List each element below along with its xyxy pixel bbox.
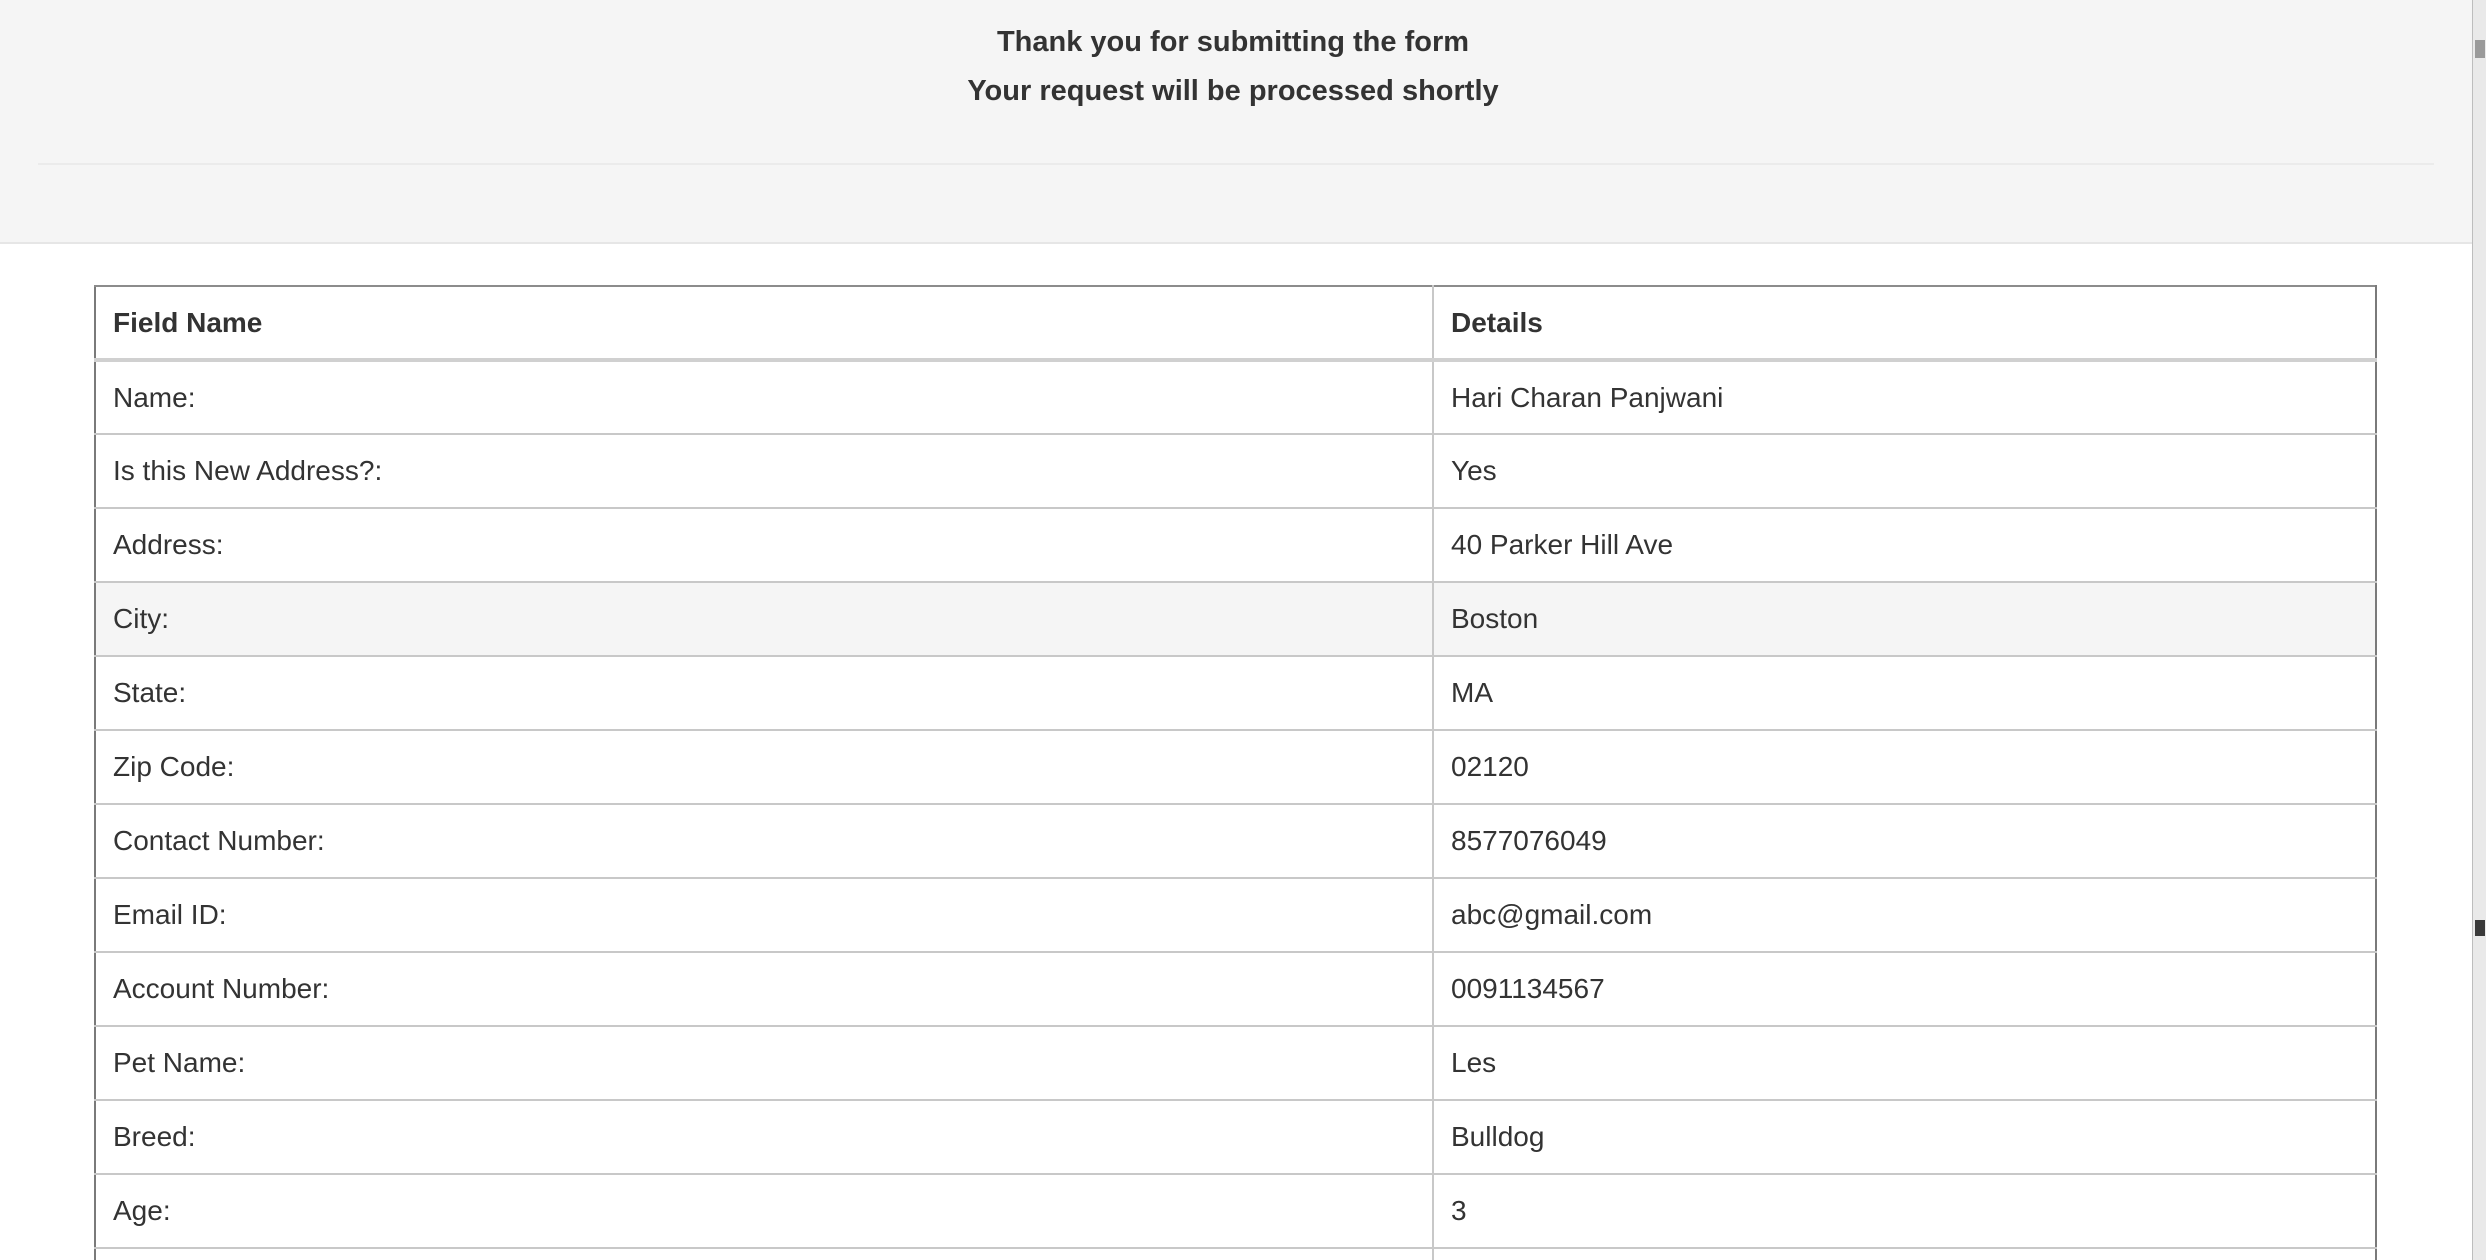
field-label: Breed: bbox=[94, 1099, 1434, 1175]
field-label: Address: bbox=[94, 507, 1434, 583]
details-header: Details bbox=[1432, 285, 2377, 362]
table-row-address: Address: 40 Parker Hill Ave bbox=[94, 507, 2377, 583]
field-value: 40 Parker Hill Ave bbox=[1432, 507, 2377, 583]
field-label: Pet Name: bbox=[94, 1025, 1434, 1101]
field-value: Les bbox=[1432, 1025, 2377, 1101]
field-value: 02120 bbox=[1432, 729, 2377, 805]
field-value: Yes bbox=[1432, 433, 2377, 509]
banner-divider bbox=[38, 163, 2434, 165]
table-header-row: Field Name Details bbox=[94, 285, 2377, 362]
window-edge-scrollbar[interactable] bbox=[2472, 0, 2486, 1260]
field-value: 8577076049 bbox=[1432, 803, 2377, 879]
table-row-email: Email ID: abc@gmail.com bbox=[94, 877, 2377, 953]
field-value: Hari Charan Panjwani bbox=[1432, 359, 2377, 435]
confirmation-page: Thank you for submitting the form Your r… bbox=[0, 0, 2486, 1260]
table-row-zip-code: Zip Code: 02120 bbox=[94, 729, 2377, 805]
table-row-age: Age: 3 bbox=[94, 1173, 2377, 1249]
field-name-header: Field Name bbox=[94, 285, 1434, 362]
field-label: Zip Code: bbox=[94, 729, 1434, 805]
submission-details-table: Field Name Details Name: Hari Charan Pan… bbox=[94, 285, 2377, 1260]
field-value: Boston bbox=[1432, 581, 2377, 657]
table-row-breed: Breed: Bulldog bbox=[94, 1099, 2377, 1175]
table-row-state: State: MA bbox=[94, 655, 2377, 731]
scroll-thumb-marker[interactable] bbox=[2475, 920, 2485, 936]
field-label: Age: bbox=[94, 1173, 1434, 1249]
confirmation-title: Thank you for submitting the form bbox=[996, 26, 1470, 58]
table-row-name: Name: Hari Charan Panjwani bbox=[94, 359, 2377, 435]
table-row-account-number: Account Number: 0091134567 bbox=[94, 951, 2377, 1027]
field-value: abc@gmail.com bbox=[1432, 877, 2377, 953]
table-row-contact-number: Contact Number: 8577076049 bbox=[94, 803, 2377, 879]
field-label bbox=[94, 1247, 1434, 1260]
field-label: Account Number: bbox=[94, 951, 1434, 1027]
field-label: Name: bbox=[94, 359, 1434, 435]
field-label: Is this New Address?: bbox=[94, 433, 1434, 509]
table-row-city: City: Boston bbox=[94, 581, 2377, 657]
confirmation-subtitle: Your request will be processed shortly bbox=[967, 75, 1499, 107]
confirmation-banner: Thank you for submitting the form Your r… bbox=[0, 0, 2472, 244]
field-label: Contact Number: bbox=[94, 803, 1434, 879]
field-label: City: bbox=[94, 581, 1434, 657]
table-row-new-address: Is this New Address?: Yes bbox=[94, 433, 2377, 509]
table-row-partial bbox=[94, 1247, 2377, 1260]
field-value: 3 bbox=[1432, 1173, 2377, 1249]
field-label: State: bbox=[94, 655, 1434, 731]
field-value: Bulldog bbox=[1432, 1099, 2377, 1175]
scroll-marker bbox=[2475, 40, 2485, 58]
field-value: MA bbox=[1432, 655, 2377, 731]
field-value bbox=[1432, 1247, 2377, 1260]
field-label: Email ID: bbox=[94, 877, 1434, 953]
field-value: 0091134567 bbox=[1432, 951, 2377, 1027]
table-row-pet-name: Pet Name: Les bbox=[94, 1025, 2377, 1101]
